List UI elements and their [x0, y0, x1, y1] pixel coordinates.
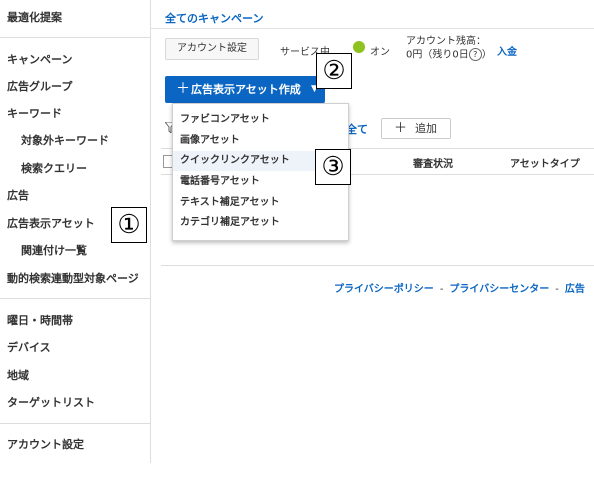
- footer-links: プライバシーポリシー - プライバシーセンター - 広告: [334, 280, 585, 295]
- sidebar-item-keywords[interactable]: キーワード: [7, 107, 62, 121]
- sidebar-item-associations[interactable]: 関連付け一覧: [21, 244, 87, 258]
- menu-item-category-asset[interactable]: カテゴリ補足アセット: [173, 213, 348, 233]
- menu-item-favicon-asset[interactable]: ファビコンアセット: [173, 110, 348, 130]
- sidebar-item-optimization[interactable]: 最適化提案: [7, 11, 62, 25]
- sidebar-item-target-lists[interactable]: ターゲットリスト: [7, 396, 95, 410]
- menu-item-image-asset[interactable]: 画像アセット: [173, 131, 348, 151]
- sidebar-divider: [0, 423, 150, 424]
- privacy-policy-link[interactable]: プライバシーポリシー: [334, 284, 434, 295]
- balance-label: アカウント残高：: [406, 36, 486, 47]
- footer-separator: -: [555, 284, 559, 295]
- sidebar-divider: [0, 37, 150, 38]
- column-header-review-status[interactable]: 審査状況: [413, 155, 453, 170]
- create-ad-asset-label: 広告表示アセット作成: [191, 83, 301, 96]
- help-icon[interactable]: ?: [468, 48, 482, 61]
- balance-amount: 0円（残り0日: [406, 49, 469, 61]
- breadcrumb-all-campaigns[interactable]: 全てのキャンペーン: [165, 10, 263, 26]
- add-filter-button[interactable]: ＋ 追加: [381, 118, 451, 139]
- balance-close: ）: [481, 49, 492, 61]
- callout-2: ②: [316, 53, 352, 89]
- plus-icon: ＋: [394, 121, 408, 136]
- sidebar-item-search-queries[interactable]: 検索クエリー: [21, 162, 87, 176]
- footer-separator: -: [439, 284, 444, 295]
- sidebar-item-campaigns[interactable]: キャンペーン: [7, 53, 72, 67]
- callout-1: ①: [111, 207, 147, 243]
- create-ad-asset-button[interactable]: ＋ 広告表示アセット作成 ▼: [165, 76, 325, 103]
- sidebar-item-schedule[interactable]: 曜日・時間帯: [7, 314, 73, 328]
- plus-icon: ＋: [176, 81, 190, 97]
- advertising-link[interactable]: 広告: [565, 284, 585, 295]
- sidebar-divider: [0, 298, 150, 299]
- table-bottom-border: [161, 265, 594, 266]
- callout-3: ③: [315, 149, 351, 185]
- privacy-center-link[interactable]: プライバシーセンター: [449, 284, 549, 295]
- sidebar-item-devices[interactable]: デバイス: [7, 341, 51, 355]
- sidebar-item-adgroups[interactable]: 広告グループ: [7, 80, 72, 94]
- sidebar-item-account-settings[interactable]: アカウント設定: [7, 438, 84, 452]
- balance-value: 0円（残り0日?）: [406, 48, 492, 62]
- status-on-icon: [353, 41, 365, 53]
- main-content: 全てのキャンペーン アカウント設定 サービス中 オン アカウント残高： 0円（残…: [151, 0, 594, 501]
- sidebar-item-ads[interactable]: 広告: [7, 189, 29, 203]
- deposit-link[interactable]: 入金: [497, 43, 517, 58]
- sidebar-item-ad-assets[interactable]: 広告表示アセット: [7, 217, 95, 231]
- menu-item-text-asset[interactable]: テキスト補足アセット: [173, 193, 348, 213]
- add-filter-label: 追加: [415, 122, 437, 135]
- sidebar-item-negative-keywords[interactable]: 対象外キーワード: [21, 134, 109, 148]
- column-header-asset-type[interactable]: アセットタイプ: [510, 155, 580, 170]
- filter-all-link[interactable]: 全て: [346, 121, 368, 137]
- account-settings-button[interactable]: アカウント設定: [165, 38, 259, 60]
- service-status-value: オン: [370, 47, 390, 58]
- sidebar-item-dynamic-search-pages[interactable]: 動的検索連動型対象ページ: [7, 272, 139, 286]
- help-icon-glyph: ?: [473, 50, 478, 59]
- header-divider: [151, 28, 594, 29]
- sidebar-item-regions[interactable]: 地域: [7, 369, 29, 383]
